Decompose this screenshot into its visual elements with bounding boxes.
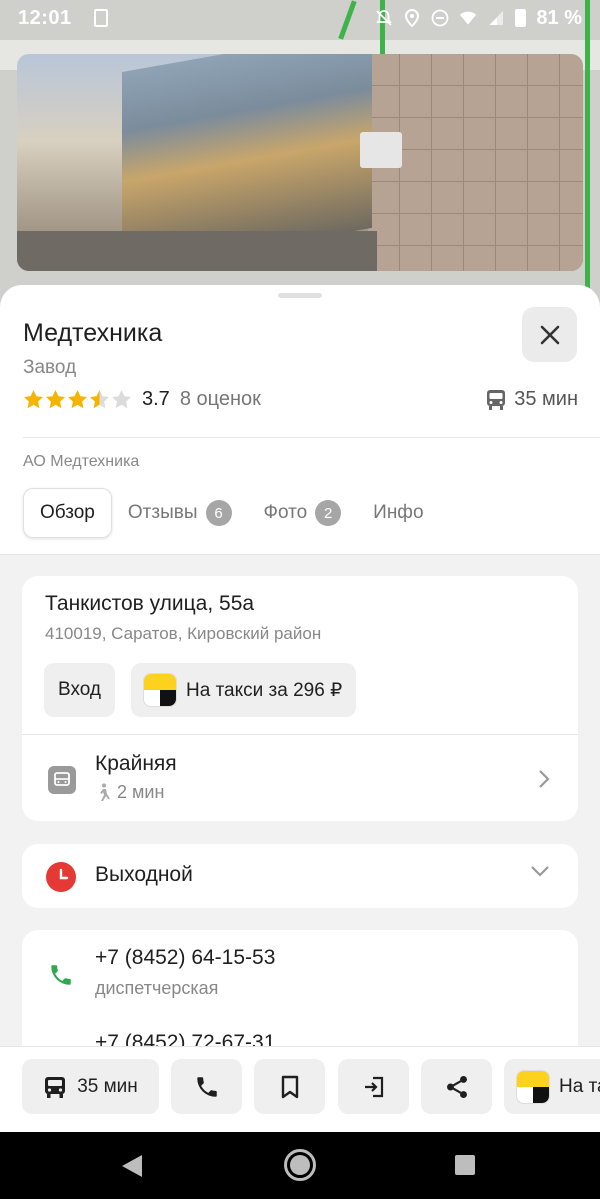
transit-time-label: 35 мин: [514, 388, 578, 410]
address-street[interactable]: Танкистов улица, 55а: [45, 592, 254, 616]
tabs: Обзор Отзывы 6 Фото 2 Инфо: [23, 488, 440, 538]
address-locality: 410019, Саратов, Кировский район: [45, 624, 322, 643]
photo-ac-unit: [360, 132, 402, 168]
taxi-label: На такси за 296 ₽: [186, 679, 343, 701]
mute-bell-icon: [375, 9, 393, 27]
reviews-count-badge: 6: [205, 500, 232, 526]
star-icon: [46, 390, 65, 409]
divider: [22, 734, 578, 735]
chevron-right-icon[interactable]: [538, 769, 550, 789]
battery-percent: 81 %: [536, 6, 582, 29]
phone-icon: [196, 1076, 217, 1097]
divider: [23, 437, 600, 438]
phone-icon: [51, 965, 71, 985]
phone-number[interactable]: +7 (8452) 64-15-53: [95, 946, 275, 970]
back-icon[interactable]: [121, 1154, 143, 1178]
status-time: 12:01: [18, 6, 72, 29]
home-icon: [290, 1155, 310, 1175]
call-button[interactable]: [171, 1059, 242, 1114]
tab-label: Фото: [263, 502, 308, 523]
notification-icon: [93, 9, 108, 27]
taxi-button[interactable]: На такси за 296 ₽: [131, 663, 357, 717]
walking-icon: [100, 783, 110, 801]
close-button[interactable]: [522, 307, 577, 362]
route-time-label: 35 мин: [77, 1075, 138, 1097]
tab-reviews[interactable]: Отзывы 6: [112, 488, 248, 538]
status-bar: 12:01 81 %: [0, 0, 600, 36]
clock-icon: [46, 862, 76, 892]
route-button[interactable]: 35 мин: [22, 1059, 159, 1114]
location-icon: [403, 9, 421, 27]
tab-photos[interactable]: Фото 2: [248, 488, 358, 538]
wifi-icon: [459, 9, 477, 27]
sheet-grabber[interactable]: [278, 293, 322, 298]
recent-apps-button[interactable]: [455, 1155, 475, 1175]
star-icon: [24, 390, 43, 409]
taxi-action-label: На такси: [559, 1075, 600, 1097]
tab-label: Обзор: [40, 502, 95, 523]
place-title: Медтехника: [23, 319, 163, 347]
do-not-disturb-icon: [431, 9, 449, 27]
entrance-action-button[interactable]: [338, 1059, 409, 1114]
star-icon: [68, 390, 87, 409]
entrance-button[interactable]: Вход: [44, 663, 115, 717]
walk-time-label: 2 мин: [117, 782, 165, 802]
tab-label: Отзывы: [127, 502, 198, 523]
hours-card[interactable]: Выходной: [22, 844, 578, 908]
hours-status: Выходной: [95, 863, 193, 886]
bus-stop-icon: [48, 766, 76, 794]
taxi-action-button[interactable]: На такси: [504, 1059, 600, 1114]
close-icon: [540, 325, 559, 344]
tab-info[interactable]: Инфо: [357, 488, 439, 538]
bookmark-button[interactable]: [254, 1059, 325, 1114]
transit-time[interactable]: 35 мин: [486, 388, 578, 411]
photo-ground: [17, 231, 377, 271]
share-button[interactable]: [421, 1059, 492, 1114]
place-card-sheet: Медтехника Завод 3.7 8 оценок 35 мин АО …: [0, 285, 600, 1090]
star-icon: [90, 390, 109, 409]
signal-icon: [487, 9, 505, 27]
bus-icon: [45, 1076, 66, 1098]
battery-icon: [515, 9, 527, 27]
rating-stars: [23, 389, 132, 410]
rating-count: 8 оценок: [179, 388, 261, 410]
rating-row[interactable]: 3.7 8 оценок: [23, 388, 261, 411]
bus-icon: [487, 389, 506, 410]
tab-label: Инфо: [373, 502, 424, 523]
taxi-logo-icon: [143, 673, 177, 707]
nearest-stop-name[interactable]: Крайняя: [95, 752, 177, 776]
address-card: Танкистов улица, 55а 410019, Саратов, Ки…: [22, 576, 578, 821]
navigation-bar: [0, 1132, 600, 1199]
rating-value: 3.7: [142, 388, 170, 410]
phone-label: диспетчерская: [95, 978, 219, 998]
place-photo[interactable]: [17, 54, 583, 271]
entrance-icon: [364, 1076, 383, 1097]
walk-time: 2 мин: [95, 782, 164, 803]
home-button[interactable]: [284, 1149, 316, 1181]
photos-count-badge: 2: [315, 500, 342, 526]
share-icon: [446, 1075, 467, 1098]
tab-overview[interactable]: Обзор: [23, 488, 112, 538]
star-icon: [112, 390, 131, 409]
chevron-down-icon[interactable]: [530, 865, 550, 877]
action-bar: 35 мин На такси: [0, 1046, 600, 1132]
organization-name: АО Медтехника: [23, 453, 140, 470]
taxi-logo-icon: [516, 1069, 550, 1104]
place-category: Завод: [23, 357, 77, 378]
bookmark-icon: [281, 1075, 298, 1098]
entrance-label: Вход: [58, 679, 101, 700]
